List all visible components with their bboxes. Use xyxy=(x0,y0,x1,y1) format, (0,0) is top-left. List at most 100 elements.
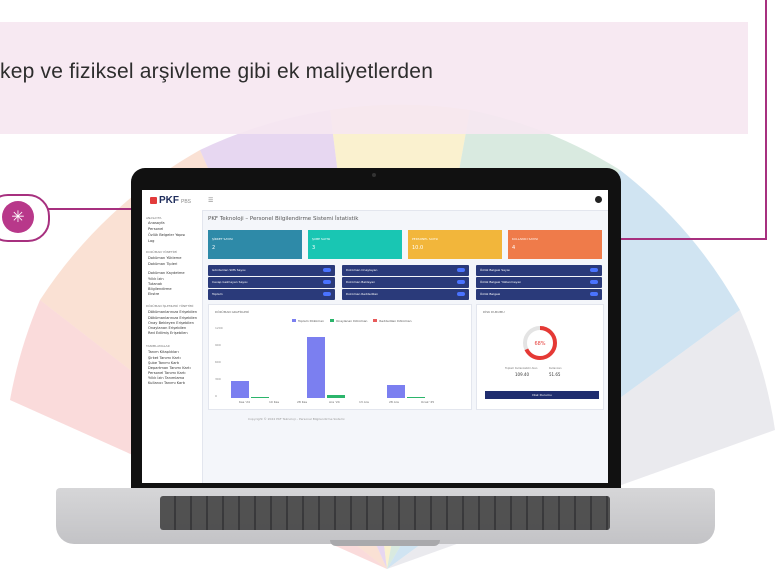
chart-bar xyxy=(387,385,405,398)
stat-card-value: 2 xyxy=(212,245,216,251)
trackpad-notch xyxy=(330,540,440,546)
sidebar-item[interactable]: Dökümanlarınıza Erişebilen xyxy=(148,316,197,320)
legend-label: Toplam Döküman xyxy=(298,319,324,323)
stat-card-label: PERSONEL SAYISI xyxy=(412,237,439,241)
sidebar-item[interactable]: Şube Tanımı Kartı xyxy=(148,361,179,365)
sidebar-item[interactable]: Dökümanlarınıza Erişebilen xyxy=(148,310,197,314)
sidebar-item[interactable]: Kullanıcı Tanımı Kartı xyxy=(148,381,185,385)
legend-swatch xyxy=(329,319,334,322)
stat-card-value: 4 xyxy=(512,245,516,251)
x-tick-label: Kas '24 xyxy=(239,400,250,404)
gauge-right-label: Kullanılan xyxy=(549,367,562,370)
sidebar-item[interactable]: Tanım Kitaplıkları xyxy=(148,350,179,354)
chart-bar xyxy=(327,394,345,398)
y-tick-label: 600 xyxy=(215,360,221,364)
sidebar-item[interactable]: Log xyxy=(148,239,154,243)
cursor-click-icon: ✳ xyxy=(2,201,34,233)
legend-label: Reddedilen Döküman xyxy=(379,319,412,323)
stat-row: Özlük Belgesi xyxy=(476,289,602,300)
stat-card-personnel: PERSONEL SAYISI 10.0 xyxy=(408,230,502,259)
chart-bar xyxy=(407,396,425,398)
stat-card-label: ŞİRKET SAYISI xyxy=(212,237,233,241)
disk-status-panel: DİSK DURUMU 68% Toplam Kullanılabilir Al… xyxy=(476,304,604,410)
gauge-left-value: 109.40 xyxy=(515,372,529,377)
y-tick-label: 300 xyxy=(215,377,221,381)
sidebar-item[interactable]: Red Edilmiş Erişebilen xyxy=(148,331,188,335)
app-logo: PKF PBS xyxy=(150,195,191,206)
stat-row: Özlük Belgesi Sayısı xyxy=(476,265,602,276)
sidebar-section-head: DÖKÜMAN İŞLEMLERİ YÖNETİMİ xyxy=(146,304,194,308)
stat-row: Doküman Reddedilen xyxy=(342,289,469,300)
sidebar-item[interactable]: Personel xyxy=(148,227,163,231)
stat-card-branch: ŞUBE SAYISI 3 xyxy=(308,230,402,259)
sidebar-item[interactable]: Doküman Tipleri xyxy=(148,262,177,266)
sidebar-item[interactable]: Tutanak xyxy=(148,282,162,286)
gauge-title: DİSK DURUMU xyxy=(483,310,505,314)
sidebar-section-head: ANASAYFA xyxy=(146,216,162,220)
hamburger-menu-icon[interactable]: ☰ xyxy=(208,197,213,204)
document-chart-panel: DÖKÜMAN GRAFİKLERİ Toplam Döküman Onayla… xyxy=(208,304,472,410)
sidebar-item[interactable]: Departman Tanımı Kartı xyxy=(148,366,191,370)
chart-bar xyxy=(231,380,249,398)
laptop-screen: PKF PBS ☰ ANASAYFA Anasayfa Personel Özlü… xyxy=(142,190,608,483)
chart-title: DÖKÜMAN GRAFİKLERİ xyxy=(215,310,250,314)
sidebar-item[interactable]: Doküman Kaydetme xyxy=(148,271,185,275)
sidebar-section-head: TANIMLAMALAR xyxy=(146,344,170,348)
page-title: PKF Teknoloji – Personel Bilgilendirme S… xyxy=(208,216,359,222)
sidebar-item[interactable]: Bilgilendirme xyxy=(148,287,172,291)
sidebar-item[interactable]: Ekstre xyxy=(148,292,159,296)
stat-row: Doküman Bekleyen xyxy=(342,277,469,288)
sidebar-item[interactable]: Yıllık İzin xyxy=(148,277,164,281)
disk-status-button[interactable]: Disk Durumu xyxy=(485,391,599,399)
sidebar-item[interactable]: Onay Bekleyen Erişebilen xyxy=(148,321,194,325)
stat-row: Toplam xyxy=(208,289,335,300)
logo-icon xyxy=(150,197,157,204)
user-avatar-icon[interactable] xyxy=(595,196,602,203)
stat-card-company: ŞİRKET SAYISI 2 xyxy=(208,230,302,259)
chart-bar xyxy=(251,396,269,398)
x-tick-label: 28 Kas xyxy=(297,400,308,404)
webcam xyxy=(372,173,376,177)
stat-row: Doküman Onaylayan xyxy=(342,265,469,276)
gauge-right-value: 51.65 xyxy=(549,372,561,377)
headline-text: kep ve fiziksel arşivleme gibi ek maliye… xyxy=(0,60,434,83)
x-tick-label: Ocak '25 xyxy=(421,400,435,404)
sidebar-item[interactable]: Şirket Tanımı Kartı xyxy=(148,356,181,360)
app-topbar: PKF PBS ☰ xyxy=(142,190,608,211)
sidebar-item[interactable]: Özlük Belgeler Yapısı xyxy=(148,233,185,237)
x-tick-label: Ara '24 xyxy=(329,400,340,404)
pin-badge: ✳ xyxy=(0,194,50,242)
legend-swatch xyxy=(292,319,296,322)
legend-swatch xyxy=(373,319,378,322)
footer-copyright: Copyright © 2024 PKF Teknoloji – Persone… xyxy=(248,417,345,421)
stat-card-label: ŞUBE SAYISI xyxy=(312,237,331,241)
legend-label: Onaylanan Döküman xyxy=(335,319,368,323)
stat-card-label: KULLANICI SAYISI xyxy=(512,237,538,241)
gauge-left-label: Toplam Kullanılabilir Alan xyxy=(505,367,538,370)
sidebar-item[interactable]: Yıllık İzin Tanımlama xyxy=(148,376,184,380)
x-tick-label: 10 Kas xyxy=(269,400,280,404)
stat-row: Gönderilen SMS Sayısı xyxy=(208,265,335,276)
sidebar-item[interactable]: Doküman Yükleme xyxy=(148,256,181,260)
sidebar-section-head: DOKÜMAN YÖNETİMİ xyxy=(146,250,177,254)
chart-bar xyxy=(307,336,325,398)
stat-row: Cevap Gelmeyen Sayısı xyxy=(208,277,335,288)
y-tick-label: 0 xyxy=(215,394,217,398)
y-tick-label: 900 xyxy=(215,343,221,347)
chart-legend: Toplam Döküman Onaylanan Döküman Reddedi… xyxy=(287,319,411,323)
stat-card-users: KULLANICI SAYISI 4 xyxy=(508,230,602,259)
stat-card-value: 3 xyxy=(312,245,316,251)
x-tick-label: 28 Ara xyxy=(389,400,399,404)
disk-gauge: 68% xyxy=(523,326,557,360)
x-tick-label: 13 Ara xyxy=(359,400,369,404)
keyboard xyxy=(160,496,610,530)
sidebar: ANASAYFA Anasayfa Personel Özlük Belgele… xyxy=(142,210,203,483)
sidebar-item[interactable]: Onaylanan Erişebilen xyxy=(148,326,186,330)
sidebar-item[interactable]: Personel Tanımı Kartı xyxy=(148,371,186,375)
stat-card-value: 10.0 xyxy=(412,245,424,251)
callout-line xyxy=(765,0,767,240)
sidebar-item[interactable]: Anasayfa xyxy=(148,221,165,225)
gauge-percent: 68% xyxy=(534,341,545,347)
stat-row: Özlük Belgesi Yüklenmeyen xyxy=(476,277,602,288)
y-tick-label: 1200 xyxy=(215,326,223,330)
